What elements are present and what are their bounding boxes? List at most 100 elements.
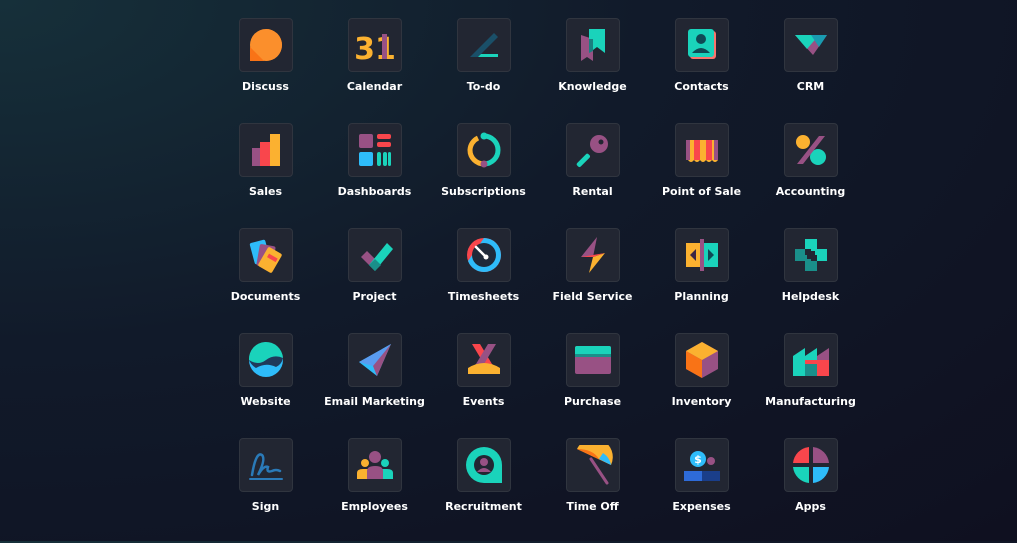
app-accounting[interactable]: Accounting xyxy=(756,123,865,228)
app-website[interactable]: Website xyxy=(211,333,320,438)
app-tile[interactable] xyxy=(347,228,402,282)
app-label: Timesheets xyxy=(447,290,520,303)
app-label: Time Off xyxy=(566,500,619,513)
app-knowledge[interactable]: Knowledge xyxy=(538,18,647,123)
app-tile[interactable] xyxy=(347,333,402,387)
app-sign[interactable]: Sign xyxy=(211,438,320,543)
app-label: Project xyxy=(352,290,397,303)
app-field-service[interactable]: Field Service xyxy=(538,228,647,333)
timesheets-icon xyxy=(466,238,501,273)
app-label: Field Service xyxy=(552,290,633,303)
todo-icon xyxy=(469,33,498,57)
purchase-icon xyxy=(574,346,611,374)
app-tile[interactable] xyxy=(783,228,838,282)
app-tile[interactable] xyxy=(674,123,729,177)
app-tile[interactable] xyxy=(456,18,511,72)
app-planning[interactable]: Planning xyxy=(647,228,756,333)
svg-text:$: $ xyxy=(694,453,702,466)
dashboards-icon xyxy=(358,134,391,166)
app-label: Knowledge xyxy=(558,80,627,93)
calendar-icon: 31 xyxy=(355,32,395,65)
app-label: Contacts xyxy=(674,80,729,93)
app-label: Rental xyxy=(572,185,613,198)
app-timesheets[interactable]: Timesheets xyxy=(429,228,538,333)
app-employees[interactable]: Employees xyxy=(320,438,429,543)
app-events[interactable]: Events xyxy=(429,333,538,438)
knowledge-icon xyxy=(580,29,605,61)
app-apps[interactable]: Apps xyxy=(756,438,865,543)
app-label: Manufacturing xyxy=(765,395,856,408)
app-label: Sales xyxy=(248,185,283,198)
app-manufacturing[interactable]: Manufacturing xyxy=(756,333,865,438)
app-sales[interactable]: Sales xyxy=(211,123,320,228)
app-todo[interactable]: To-do xyxy=(429,18,538,123)
app-tile[interactable] xyxy=(456,438,511,492)
app-label: To-do xyxy=(466,80,501,93)
app-tile[interactable] xyxy=(674,18,729,72)
app-label: Discuss xyxy=(242,80,289,93)
app-tile[interactable] xyxy=(565,18,620,72)
app-label: Events xyxy=(462,395,505,408)
manufacturing-icon xyxy=(792,348,829,376)
app-inventory[interactable]: Inventory xyxy=(647,333,756,438)
app-crm[interactable]: CRM xyxy=(756,18,865,123)
app-tile[interactable] xyxy=(238,333,293,387)
app-subscriptions[interactable]: Subscriptions xyxy=(429,123,538,228)
app-label: Documents xyxy=(230,290,301,303)
website-icon xyxy=(248,341,283,377)
app-label: Expenses xyxy=(672,500,731,513)
helpdesk-icon xyxy=(794,239,827,271)
field-service-icon xyxy=(580,237,605,273)
app-tile[interactable] xyxy=(783,438,838,492)
apps-icon xyxy=(792,447,829,483)
app-tile[interactable] xyxy=(456,123,511,177)
app-tile[interactable] xyxy=(783,123,838,177)
app-helpdesk[interactable]: Helpdesk xyxy=(756,228,865,333)
app-tile[interactable] xyxy=(347,123,402,177)
app-rental[interactable]: Rental xyxy=(538,123,647,228)
app-tile[interactable] xyxy=(347,438,402,492)
subscriptions-icon xyxy=(466,132,500,168)
email-marketing-icon xyxy=(358,344,391,376)
app-documents[interactable]: Documents xyxy=(211,228,320,333)
app-tile[interactable] xyxy=(565,123,620,177)
app-tile[interactable] xyxy=(238,18,293,72)
app-contacts[interactable]: Contacts xyxy=(647,18,756,123)
rental-icon xyxy=(576,135,608,167)
app-label: Accounting xyxy=(775,185,846,198)
app-tile[interactable] xyxy=(565,228,620,282)
app-tile[interactable] xyxy=(565,333,620,387)
app-label: Point of Sale xyxy=(661,185,742,198)
sales-icon xyxy=(251,134,280,166)
app-tile[interactable] xyxy=(238,228,293,282)
app-discuss[interactable]: Discuss xyxy=(211,18,320,123)
app-tile[interactable] xyxy=(674,333,729,387)
app-email-marketing[interactable]: Email Marketing xyxy=(320,333,429,438)
time-off-icon xyxy=(576,445,613,485)
app-label: Email Marketing xyxy=(324,395,425,408)
app-tile[interactable] xyxy=(674,228,729,282)
app-label: Inventory xyxy=(671,395,732,408)
app-tile[interactable] xyxy=(456,228,511,282)
app-calendar[interactable]: 31 Calendar xyxy=(320,18,429,123)
app-purchase[interactable]: Purchase xyxy=(538,333,647,438)
documents-icon xyxy=(249,239,282,273)
app-expenses[interactable]: $ Expenses xyxy=(647,438,756,543)
app-tile[interactable] xyxy=(783,18,838,72)
app-tile[interactable] xyxy=(238,123,293,177)
crm-icon xyxy=(794,35,827,55)
app-point-of-sale[interactable]: Point of Sale xyxy=(647,123,756,228)
app-tile[interactable]: $ xyxy=(674,438,729,492)
app-dashboards[interactable]: Dashboards xyxy=(320,123,429,228)
contacts-icon xyxy=(687,29,716,59)
app-project[interactable]: Project xyxy=(320,228,429,333)
app-tile[interactable]: 31 xyxy=(347,18,402,72)
app-tile[interactable] xyxy=(783,333,838,387)
app-tile[interactable] xyxy=(565,438,620,492)
app-tile[interactable] xyxy=(238,438,293,492)
app-time-off[interactable]: Time Off xyxy=(538,438,647,543)
app-recruitment[interactable]: Recruitment xyxy=(429,438,538,543)
sign-icon xyxy=(248,453,283,480)
app-tile[interactable] xyxy=(456,333,511,387)
app-label: Dashboards xyxy=(337,185,412,198)
